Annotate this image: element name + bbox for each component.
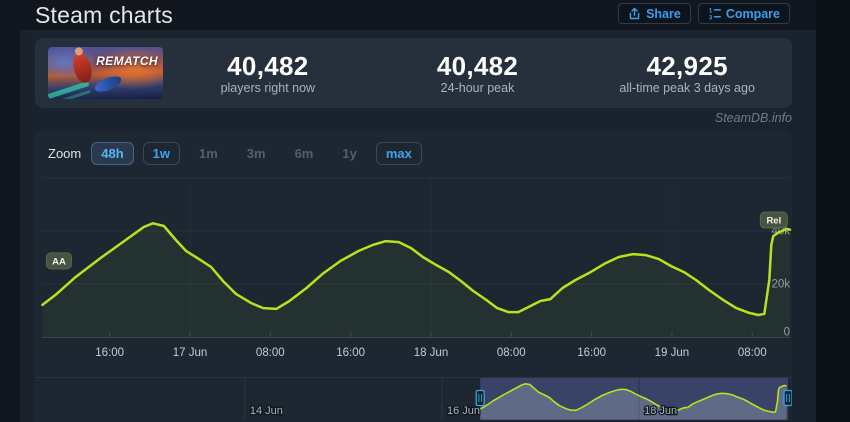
stat-value: 40,482 (163, 52, 373, 80)
stat-label: all-time peak 3 days ago (582, 81, 792, 95)
zoom-range-1m: 1m (189, 142, 228, 165)
zoom-range-48h[interactable]: 48h (91, 142, 133, 165)
compare-button[interactable]: 1 3 Compare (698, 3, 790, 24)
stats-card: REMATCH 40,482 players right now 40,482 … (35, 38, 792, 108)
navigator-date-label: 18 Jun (644, 405, 677, 417)
navigator-date-label: 16 Jun (447, 405, 480, 417)
svg-text:3: 3 (709, 15, 713, 20)
navigator-date-label: 14 Jun (250, 405, 283, 417)
page-title: Steam charts (35, 0, 173, 30)
stat-alltime-peak: 42,925 all-time peak 3 days ago (582, 52, 792, 95)
navigator-handle-left[interactable] (476, 391, 484, 406)
capsule-art-player-blue (93, 73, 123, 95)
players-chart: 40k20k016:0017 Jun08:0016:0018 Jun08:001… (35, 131, 792, 377)
x-axis-label: 16:00 (95, 347, 124, 359)
compare-icon: 1 3 (708, 7, 721, 20)
zoom-range-max[interactable]: max (376, 142, 422, 165)
x-axis-label: 08:00 (256, 347, 285, 359)
chart-navigator: 14 Jun 16 Jun 18 Jun (35, 377, 792, 422)
x-axis-label: 17 Jun (173, 347, 208, 359)
stat-label: players right now (163, 81, 373, 95)
capsule-art-streak (48, 81, 90, 99)
x-axis-label: 08:00 (497, 347, 526, 359)
stat-value: 42,925 (582, 52, 792, 80)
svg-text:1: 1 (709, 8, 713, 15)
x-axis-label: 19 Jun (655, 347, 690, 359)
x-axis-label: 08:00 (738, 347, 767, 359)
x-axis-label: 18 Jun (414, 347, 449, 359)
zoom-toolbar: Zoom 48h 1w 1m 3m 6m 1y max (48, 142, 422, 165)
plot-area[interactable] (42, 178, 790, 337)
share-button[interactable]: Share (618, 3, 691, 24)
header-buttons: Share 1 3 Compare (618, 3, 790, 24)
x-axis-label: 16:00 (577, 347, 606, 359)
navigator-handle-right[interactable] (784, 391, 792, 406)
x-axis-label: 16:00 (336, 347, 365, 359)
game-capsule[interactable]: REMATCH (48, 47, 163, 99)
stat-label: 24-hour peak (373, 81, 583, 95)
compare-button-label: Compare (726, 7, 780, 21)
page-margin (816, 0, 850, 422)
share-icon (628, 7, 641, 20)
capsule-art-player-red (71, 51, 95, 84)
zoom-range-3m: 3m (237, 142, 276, 165)
stat-value: 40,482 (373, 52, 583, 80)
chart-panel: Zoom 48h1w1m3m6m1ymax 40k20k016:0017 Jun… (35, 131, 792, 422)
zoom-range-1y: 1y (332, 142, 366, 165)
game-logo: REMATCH (96, 54, 158, 68)
zoom-toolbar-label: Zoom (48, 146, 81, 161)
watermark: SteamDB.info (35, 111, 792, 125)
share-button-label: Share (646, 7, 681, 21)
stat-current-players: 40,482 players right now (163, 52, 373, 95)
zoom-range-6m: 6m (285, 142, 324, 165)
zoom-range-1w[interactable]: 1w (143, 142, 180, 165)
stat-24h-peak: 40,482 24-hour peak (373, 52, 583, 95)
